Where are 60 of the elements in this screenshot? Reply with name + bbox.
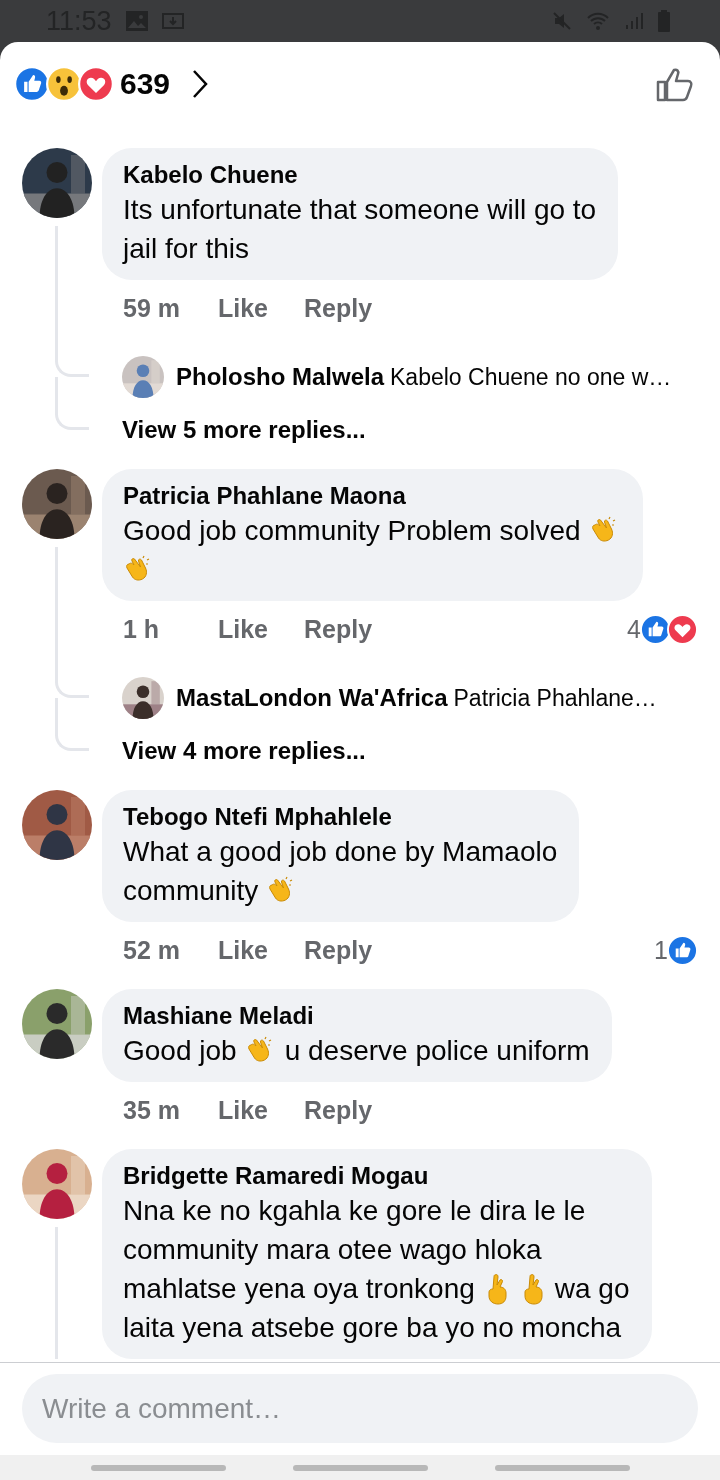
comment-text: Good job community Problem solved	[123, 514, 581, 547]
comment-time: 35 m	[123, 1095, 181, 1125]
thread-connector	[55, 347, 89, 377]
comment-time: 59 m	[123, 293, 181, 323]
view-more-replies-link[interactable]: View 4 more replies...	[122, 737, 366, 765]
reaction-count[interactable]: 639	[120, 66, 171, 101]
comment-text: jail for this	[123, 232, 250, 265]
signal-icon	[624, 11, 644, 31]
comment-author[interactable]: Tebogo Ntefi Mphahlele	[123, 802, 558, 832]
reply-preview[interactable]: Patricia Phahlane…	[453, 684, 657, 712]
thread-connector	[55, 728, 89, 751]
view-more-replies-link[interactable]: View 5 more replies...	[122, 416, 366, 444]
nav-handle[interactable]	[494, 1464, 630, 1471]
download-icon	[161, 13, 184, 29]
like-link[interactable]: Like	[218, 293, 304, 323]
comment-text: community	[123, 874, 259, 907]
love-reaction-icon	[78, 65, 114, 102]
like-link[interactable]: Like	[218, 1095, 304, 1125]
reaction-count[interactable]: 4	[627, 614, 641, 644]
battery-icon	[658, 10, 670, 32]
thread-connector	[55, 407, 89, 430]
comment-author[interactable]: Bridgette Ramaredi Mogau	[123, 1161, 630, 1191]
reply-preview[interactable]: Kabelo Chuene no one w…	[390, 363, 672, 391]
comment-text: Its unfortunate that someone will go to	[123, 193, 597, 226]
comment-time: 1 h	[123, 614, 161, 644]
like-reaction-icon	[667, 934, 698, 966]
mute-icon	[552, 11, 572, 31]
comment-text: community mara otee wago hloka	[123, 1233, 542, 1266]
like-link[interactable]: Like	[218, 614, 304, 644]
reply-link[interactable]: Reply	[304, 935, 384, 965]
comment-author[interactable]: Patricia Phahlane Maona	[123, 481, 621, 511]
comment-author[interactable]: Kabelo Chuene	[123, 160, 597, 190]
wow-reaction-icon	[46, 65, 82, 102]
reply-author[interactable]: Pholosho Malwela	[176, 363, 385, 391]
comment-text: What a good job done by Mamaolo	[123, 835, 558, 868]
comment-time: 52 m	[123, 935, 181, 965]
comment-text: Nna ke no kgahla ke gore le dira le le	[123, 1194, 586, 1227]
image-icon	[125, 11, 148, 31]
wifi-icon	[586, 11, 610, 31]
thread-connector	[55, 668, 89, 698]
comment-text: mahlatse yena oya tronkong	[123, 1272, 475, 1305]
comment-text: wa go	[554, 1272, 630, 1305]
reaction-count[interactable]: 1	[654, 935, 668, 965]
comment-text: laita yena atsebe gore ba yo no moncha	[123, 1311, 622, 1344]
like-link[interactable]: Like	[218, 935, 304, 965]
comment-author[interactable]: Mashiane Meladi	[123, 1001, 590, 1031]
comment-input-field[interactable]: Write a comment…	[22, 1374, 698, 1443]
reply-link[interactable]: Reply	[304, 1095, 384, 1125]
comment-text: u deserve police uniform	[284, 1034, 590, 1067]
reply-link[interactable]: Reply	[304, 614, 384, 644]
reply-link[interactable]: Reply	[304, 293, 384, 323]
thumbs-up-icon[interactable]	[656, 65, 694, 102]
nav-handle[interactable]	[90, 1464, 226, 1471]
love-reaction-icon	[667, 613, 698, 645]
nav-handle[interactable]	[292, 1464, 428, 1471]
like-reaction-icon	[14, 65, 50, 102]
like-reaction-icon	[640, 613, 671, 645]
chevron-right-icon[interactable]	[192, 68, 209, 99]
reply-author[interactable]: MastaLondon Wa'Africa	[176, 684, 448, 712]
comment-text: Good job	[123, 1034, 237, 1067]
